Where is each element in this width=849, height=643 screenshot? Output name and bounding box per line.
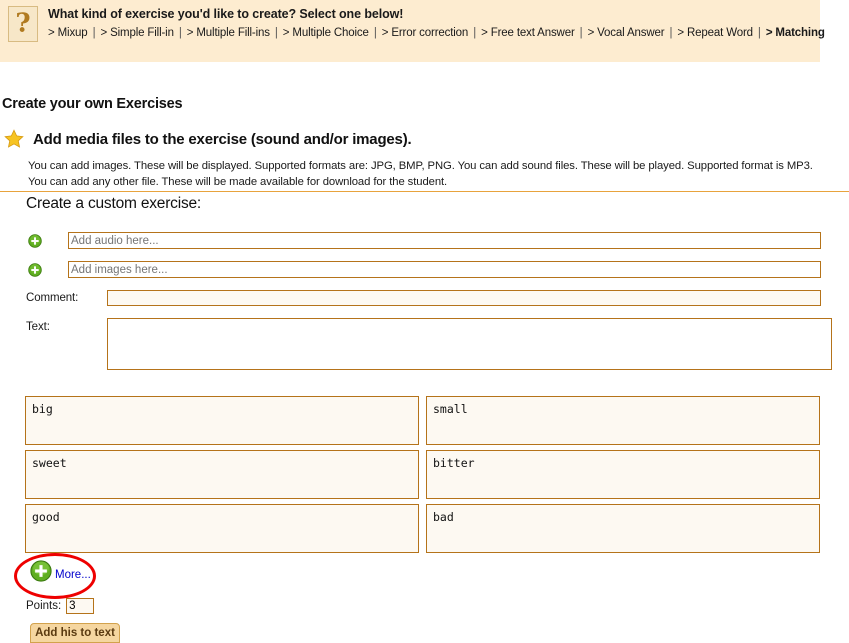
points-row: Points: <box>26 598 95 614</box>
audio-row <box>28 232 822 249</box>
section-heading: Add media files to the exercise (sound a… <box>33 130 412 148</box>
subsection-title: Create a custom exercise: <box>26 195 202 212</box>
breadcrumb-item-free-text-answer[interactable]: > Free text Answer <box>481 27 575 39</box>
pair-left-input-3[interactable] <box>25 504 419 553</box>
matching-pair-row <box>25 450 822 499</box>
pair-right-input-1[interactable] <box>426 396 820 445</box>
add-to-text-button[interactable]: Add his to text <box>30 623 120 643</box>
breadcrumb-separator: | <box>470 27 480 39</box>
plus-circle-icon[interactable] <box>30 560 52 582</box>
section-divider <box>0 191 849 192</box>
media-section-header: Add media files to the exercise (sound a… <box>4 129 412 149</box>
matching-pair-row <box>25 504 822 553</box>
more-link[interactable]: More... <box>55 569 91 581</box>
question-mark-icon: ? <box>8 6 38 42</box>
plus-circle-icon[interactable] <box>28 262 42 277</box>
question-mark-glyph: ? <box>15 8 31 39</box>
breadcrumb-item-vocal-answer[interactable]: > Vocal Answer <box>588 27 665 39</box>
breadcrumb-item-multiple-fill-ins[interactable]: > Multiple Fill-ins <box>187 27 270 39</box>
pair-left-input-2[interactable] <box>25 450 419 499</box>
text-label: Text: <box>26 321 50 333</box>
comment-input[interactable] <box>107 290 821 306</box>
exercise-type-banner: ? What kind of exercise you'd like to cr… <box>0 0 825 62</box>
media-description: You can add images. These will be displa… <box>28 160 813 188</box>
matching-pairs-grid <box>25 396 822 558</box>
breadcrumb-separator: | <box>89 27 99 39</box>
pair-left-input-1[interactable] <box>25 396 419 445</box>
breadcrumb-item-simple-fill-in[interactable]: > Simple Fill-in <box>100 27 173 39</box>
breadcrumb-item-repeat-word[interactable]: > Repeat Word <box>677 27 753 39</box>
banner-title: What kind of exercise you'd like to crea… <box>48 7 404 21</box>
points-input[interactable] <box>66 598 95 614</box>
breadcrumb-separator: | <box>271 27 281 39</box>
breadcrumb-separator: | <box>175 27 185 39</box>
breadcrumb-separator: | <box>666 27 676 39</box>
plus-circle-icon[interactable] <box>28 233 42 248</box>
breadcrumb-item-error-correction[interactable]: > Error correction <box>382 27 469 39</box>
breadcrumb-separator: | <box>754 27 764 39</box>
images-input[interactable] <box>68 261 821 278</box>
breadcrumb-item-multiple-choice[interactable]: > Multiple Choice <box>283 27 369 39</box>
text-textarea[interactable] <box>107 318 832 370</box>
exercise-type-breadcrumb: > Mixup | > Simple Fill-in | > Multiple … <box>48 27 825 39</box>
breadcrumb-separator: | <box>370 27 380 39</box>
pair-right-input-2[interactable] <box>426 450 820 499</box>
breadcrumb-separator: | <box>576 27 586 39</box>
star-icon <box>4 129 24 148</box>
points-label: Points: <box>26 600 62 612</box>
pair-right-input-3[interactable] <box>426 504 820 553</box>
images-row <box>28 261 822 278</box>
audio-input[interactable] <box>68 232 821 249</box>
comment-label: Comment: <box>26 292 79 304</box>
breadcrumb-item-mixup[interactable]: > Mixup <box>48 27 88 39</box>
breadcrumb-item-matching[interactable]: > Matching <box>766 27 825 39</box>
matching-pair-row <box>25 396 822 445</box>
more-row[interactable]: More... <box>30 560 91 582</box>
page-title: Create your own Exercises <box>2 96 183 112</box>
